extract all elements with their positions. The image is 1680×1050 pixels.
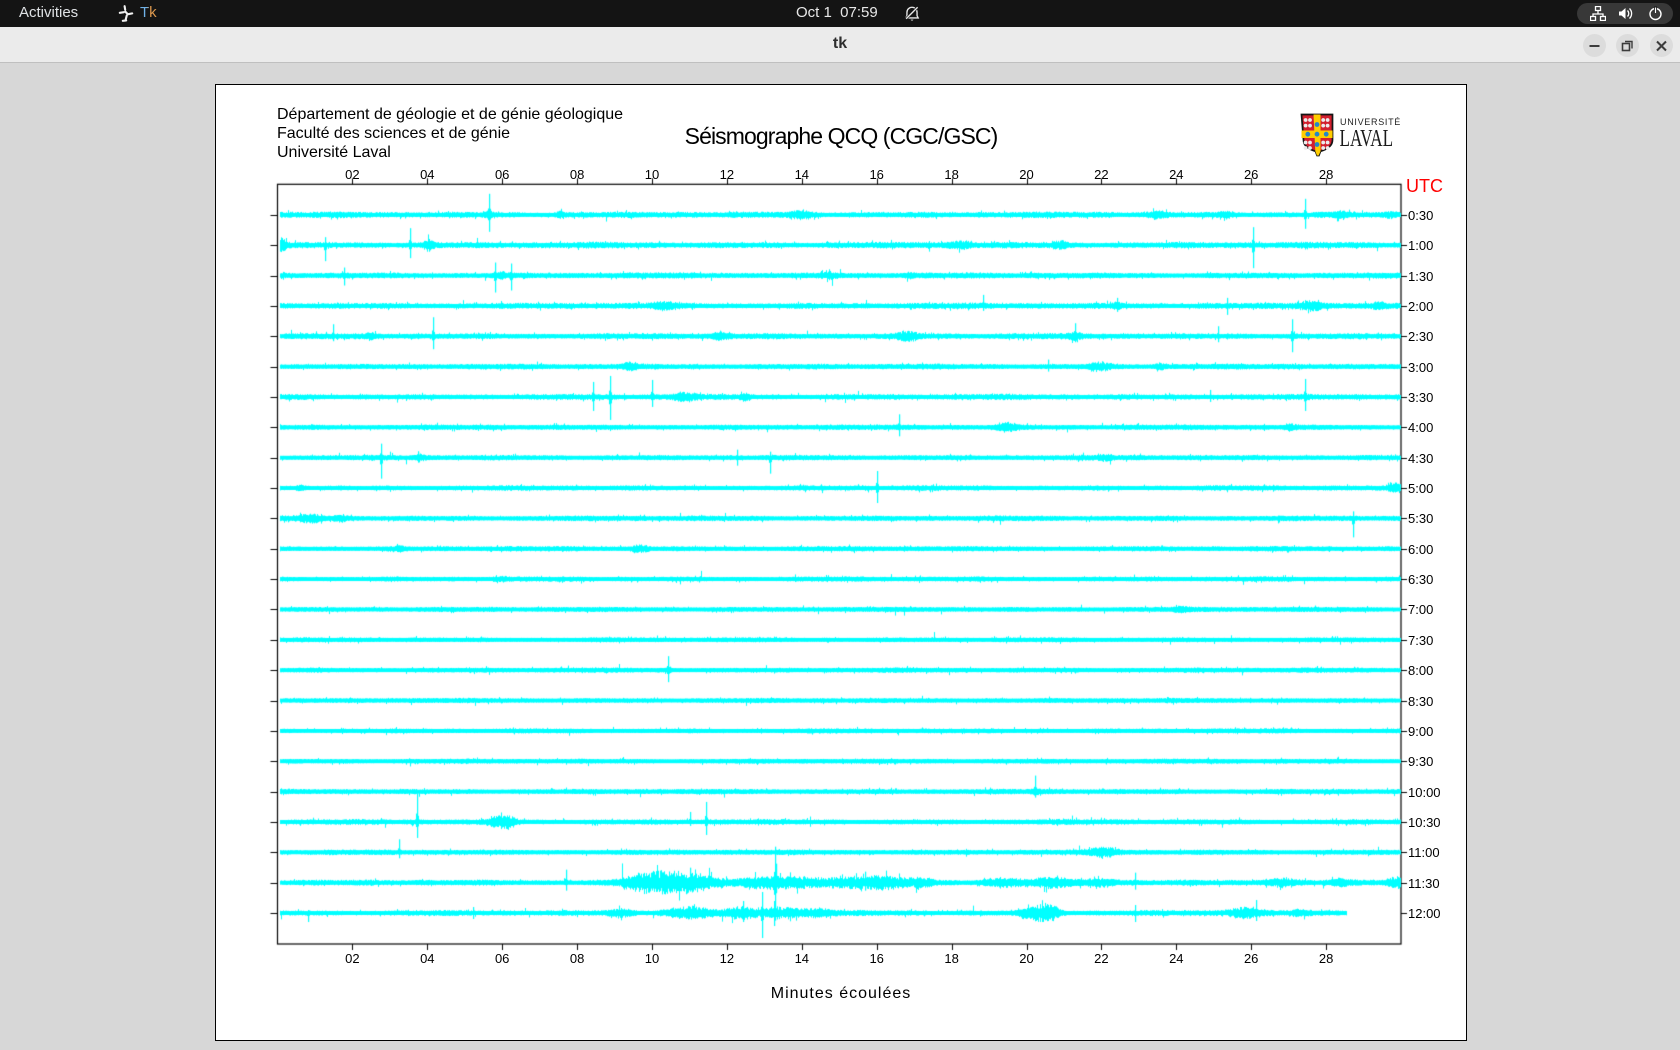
svg-text:LAVAL: LAVAL — [1340, 124, 1394, 152]
